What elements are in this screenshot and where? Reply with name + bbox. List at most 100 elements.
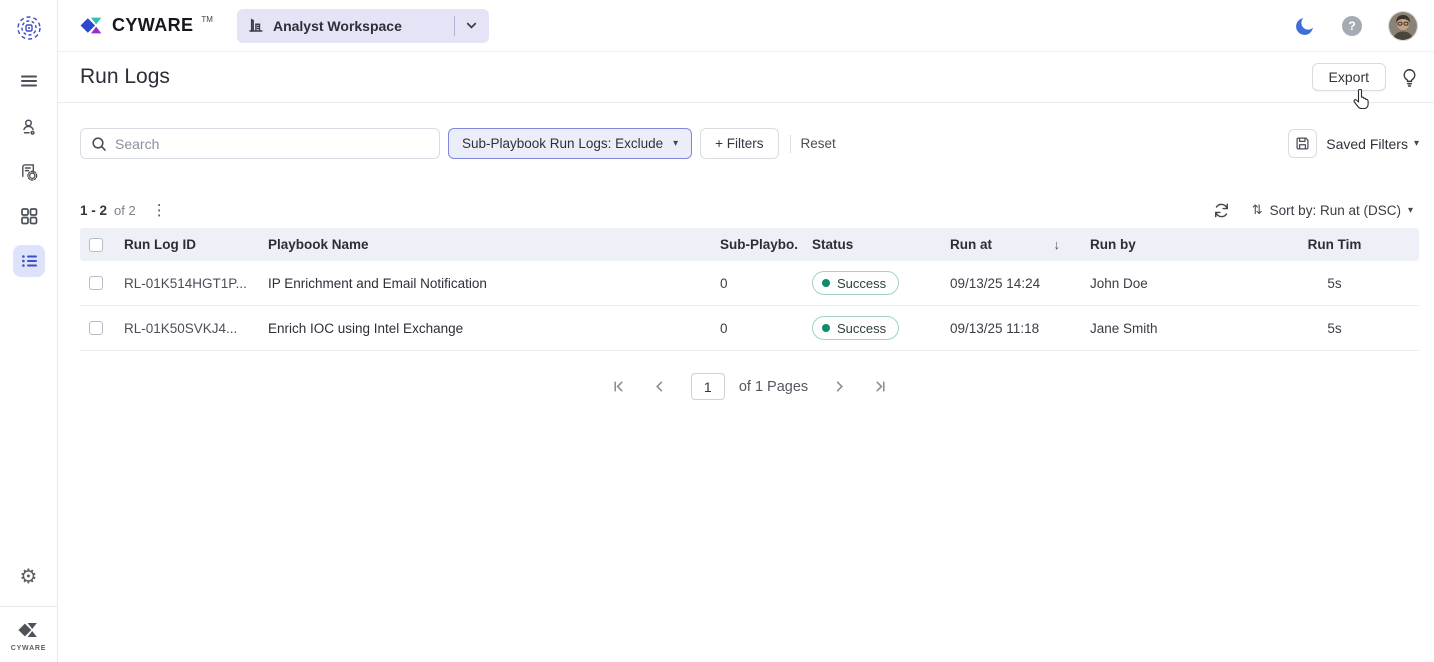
mouse-cursor [1353, 89, 1370, 109]
meta-right: ⇅ Sort by: Run at (DSC) ▾ [1213, 198, 1419, 222]
saved-filters-label: Saved Filters [1326, 136, 1408, 152]
status-dot-icon [822, 324, 830, 332]
page-number-input[interactable]: 1 [691, 373, 725, 400]
last-page-button[interactable] [871, 377, 890, 396]
help-button[interactable]: ? [1342, 16, 1362, 36]
workspace-selector[interactable]: Analyst Workspace [237, 9, 489, 43]
first-page-button[interactable] [609, 377, 628, 396]
next-page-button[interactable] [830, 377, 849, 396]
result-range: 1 - 2 [80, 203, 107, 218]
dark-mode-toggle[interactable] [1294, 15, 1316, 37]
first-page-icon [611, 379, 626, 394]
status-cell: Success [800, 271, 938, 295]
refresh-icon [1213, 202, 1230, 219]
playbook-name-cell[interactable]: IP Enrichment and Email Notification [256, 276, 708, 291]
status-cell: Success [800, 316, 938, 340]
chevron-down-icon [464, 18, 479, 33]
topbar: CYWARE TM Analyst Workspace ? [58, 0, 1434, 52]
sidebar-bottom: ⚙ CYWARE [0, 560, 57, 662]
search-input[interactable] [115, 136, 429, 152]
result-total: of 2 [114, 203, 136, 218]
subplaybook-filter-chip[interactable]: Sub-Playbook Run Logs: Exclude ▾ [448, 128, 692, 159]
list-icon [19, 251, 39, 271]
chevron-down-icon: ▾ [1414, 138, 1419, 149]
save-filter-button[interactable] [1288, 129, 1317, 158]
status-dot-icon [822, 279, 830, 287]
add-filters-button[interactable]: + Filters [700, 128, 778, 159]
select-all-checkbox[interactable] [89, 238, 103, 252]
chevron-down-icon: ▾ [673, 138, 678, 149]
user-avatar[interactable] [1388, 11, 1418, 41]
header-sub-playbooks[interactable]: Sub-Playbo. [708, 237, 800, 252]
sidebar-item-menu[interactable] [13, 65, 45, 97]
run-logs-table: Run Log ID Playbook Name Sub-Playbo. Sta… [80, 228, 1419, 351]
left-sidebar: ⚙ CYWARE [0, 0, 58, 662]
page-count-label: of 1 Pages [739, 379, 808, 395]
header-run-log-id[interactable]: Run Log ID [112, 237, 256, 252]
table-header-row: Run Log ID Playbook Name Sub-Playbo. Sta… [80, 228, 1419, 261]
row-checkbox-cell [80, 276, 112, 290]
moon-icon [1294, 15, 1316, 37]
sidebar-item-users[interactable] [13, 110, 45, 142]
run-by-cell: Jane Smith [1078, 321, 1250, 336]
brand-wordmark: CYWARE [112, 13, 193, 38]
chevron-left-icon [652, 379, 667, 394]
refresh-button[interactable] [1213, 202, 1230, 219]
row-checkbox[interactable] [89, 276, 103, 290]
run-log-id-cell[interactable]: RL-01K50SVKJ4... [112, 321, 256, 336]
sub-playbooks-cell: 0 [708, 276, 800, 291]
search-icon [91, 136, 107, 152]
sidebar-item-playbooks[interactable] [13, 155, 45, 187]
status-label: Success [837, 321, 886, 336]
header-run-time[interactable]: Run Tim [1250, 237, 1419, 252]
header-run-at-label: Run at [950, 237, 992, 252]
help-icon: ? [1342, 16, 1362, 36]
topbar-right: ? [1294, 11, 1418, 41]
table-row[interactable]: RL-01K514HGT1P... IP Enrichment and Emai… [80, 261, 1419, 306]
sort-label: Sort by: Run at (DSC) [1270, 203, 1401, 218]
playbook-name-cell[interactable]: Enrich IOC using Intel Exchange [256, 321, 708, 336]
settings-gear-icon[interactable]: ⚙ [13, 560, 45, 592]
search-box[interactable] [80, 128, 440, 159]
sort-dropdown[interactable]: ⇅ Sort by: Run at (DSC) ▾ [1246, 198, 1419, 222]
filter-divider [790, 135, 791, 153]
row-checkbox[interactable] [89, 321, 103, 335]
sort-desc-arrow-icon: ↓ [1054, 237, 1061, 252]
chevron-right-icon [832, 379, 847, 394]
run-by-cell: John Doe [1078, 276, 1250, 291]
sub-playbooks-cell: 0 [708, 321, 800, 336]
list-meta-row: 1 - 2 of 2 ⋮ ⇅ Sort by: Run at (DSC) ▾ [80, 195, 1419, 225]
orchestrate-spiral-icon[interactable] [14, 13, 44, 43]
user-network-icon [18, 116, 39, 137]
tips-button[interactable] [1401, 68, 1418, 87]
sidebar-nav [13, 65, 45, 277]
workspace-pill-divider [454, 16, 455, 36]
reset-filters-link[interactable]: Reset [801, 136, 836, 151]
sidebar-item-run-logs[interactable] [13, 245, 45, 277]
grid-icon [19, 206, 39, 226]
pagination: 1 of 1 Pages [80, 373, 1419, 400]
run-log-id-cell[interactable]: RL-01K514HGT1P... [112, 276, 256, 291]
run-time-cell: 5s [1250, 276, 1419, 291]
header-playbook-name[interactable]: Playbook Name [256, 237, 708, 252]
saved-filters-group: Saved Filters ▾ [1288, 129, 1419, 158]
export-button[interactable]: Export [1312, 63, 1386, 91]
playbook-gear-icon [18, 161, 39, 182]
run-time-cell: 5s [1250, 321, 1419, 336]
save-floppy-icon [1295, 136, 1310, 151]
chevron-down-icon: ▾ [1408, 205, 1413, 216]
page-header-actions: Export [1312, 63, 1418, 91]
header-status[interactable]: Status [800, 237, 938, 252]
table-row[interactable]: RL-01K50SVKJ4... Enrich IOC using Intel … [80, 306, 1419, 351]
saved-filters-dropdown[interactable]: Saved Filters ▾ [1326, 136, 1419, 152]
lightbulb-icon [1401, 68, 1418, 87]
header-run-by[interactable]: Run by [1078, 237, 1250, 252]
sort-arrows-icon: ⇅ [1252, 202, 1263, 218]
sidebar-item-apps[interactable] [13, 200, 45, 232]
header-run-at[interactable]: Run at ↓ [938, 237, 1078, 252]
cyware-mono-logo-icon [18, 619, 40, 641]
run-at-cell: 09/13/25 14:24 [938, 276, 1078, 291]
run-at-cell: 09/13/25 11:18 [938, 321, 1078, 336]
kebab-menu-icon[interactable]: ⋮ [152, 201, 167, 219]
prev-page-button[interactable] [650, 377, 669, 396]
